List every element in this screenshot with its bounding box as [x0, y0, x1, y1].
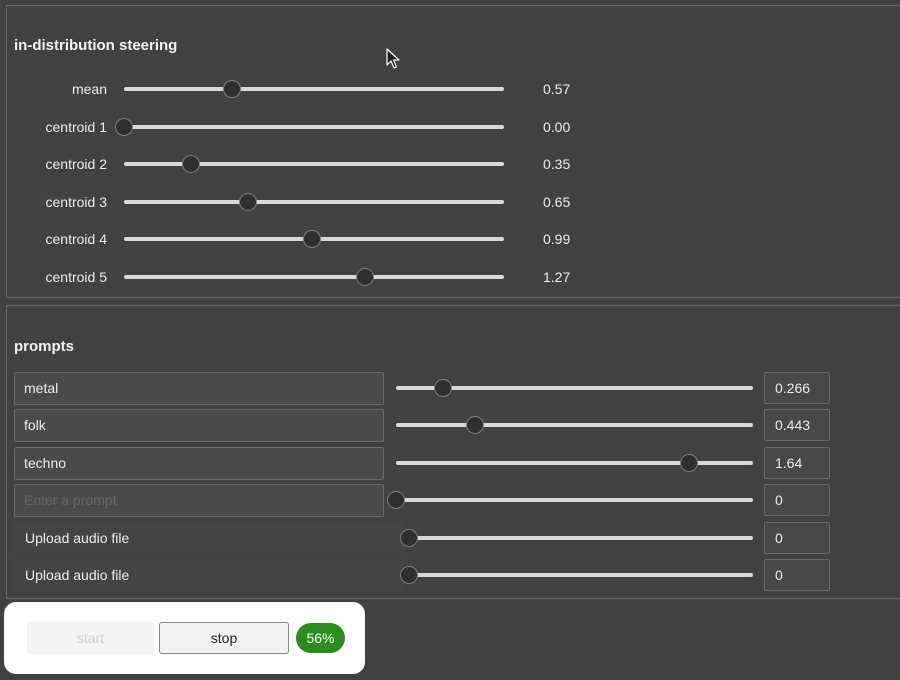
prompts-title: prompts [14, 338, 74, 355]
steer-slider-track[interactable] [124, 155, 504, 173]
upload-row: Upload audio file 0 [7, 559, 900, 593]
prompt-weight-slider[interactable] [400, 566, 753, 584]
prompt-weight-field[interactable]: 0 [764, 484, 830, 516]
steer-value: 0.65 [543, 194, 571, 210]
steer-row-mean: mean 0.57 [7, 74, 900, 104]
steer-row-centroid-3: centroid 3 0.65 [7, 187, 900, 217]
prompt-text-input[interactable]: metal [14, 372, 384, 405]
progress-badge: 56% [296, 623, 345, 653]
slider-thumb[interactable] [303, 230, 322, 248]
upload-audio-button[interactable]: Upload audio file [14, 559, 404, 592]
prompts-panel: prompts metal 0.266 folk 0.443 techno 1.… [6, 305, 900, 599]
steer-slider-track[interactable] [124, 230, 504, 248]
mouse-cursor-icon [386, 48, 400, 69]
playback-controls: start stop 56% [4, 602, 365, 674]
steer-row-centroid-4: centroid 4 0.99 [7, 224, 900, 254]
steering-panel: in-distribution steering mean 0.57 centr… [6, 5, 900, 298]
slider-thumb[interactable] [400, 529, 418, 547]
slider-thumb[interactable] [115, 118, 133, 136]
slider-thumb[interactable] [679, 454, 698, 472]
slider-thumb[interactable] [238, 193, 257, 211]
start-button[interactable]: start [27, 622, 154, 654]
prompt-text-input[interactable]: Enter a prompt [14, 484, 384, 517]
prompt-row: techno 1.64 [7, 447, 900, 481]
slider-thumb[interactable] [434, 379, 453, 397]
slider-thumb[interactable] [356, 268, 375, 286]
prompt-weight-field[interactable]: 1.64 [764, 447, 830, 479]
steer-slider-track[interactable] [124, 193, 504, 211]
steer-row-centroid-1: centroid 1 0.00 [7, 112, 900, 142]
prompt-weight-field[interactable]: 0.266 [764, 372, 830, 404]
steer-label: centroid 1 [45, 119, 107, 135]
prompt-weight-slider[interactable] [396, 379, 753, 397]
steer-value: 0.57 [543, 81, 571, 97]
prompt-weight-slider[interactable] [400, 529, 753, 547]
steer-label: centroid 3 [45, 194, 107, 210]
steer-row-centroid-2: centroid 2 0.35 [7, 149, 900, 179]
steer-value: 1.27 [543, 269, 571, 285]
prompt-row-empty: Enter a prompt 0 [7, 484, 900, 518]
steer-label: centroid 4 [45, 231, 107, 247]
steer-row-centroid-5: centroid 5 1.27 [7, 262, 900, 292]
slider-thumb[interactable] [466, 416, 485, 434]
steer-slider-track[interactable] [124, 268, 504, 286]
steer-value: 0.00 [543, 119, 571, 135]
prompt-weight-slider[interactable] [396, 416, 753, 434]
steer-slider-track[interactable] [124, 80, 504, 98]
prompt-weight-slider[interactable] [396, 454, 753, 472]
prompt-weight-field[interactable]: 0.443 [764, 409, 830, 441]
steer-label: centroid 5 [45, 269, 107, 285]
prompt-weight-slider[interactable] [387, 491, 753, 509]
app-root: in-distribution steering mean 0.57 centr… [0, 0, 900, 680]
slider-thumb[interactable] [400, 566, 418, 584]
upload-audio-button[interactable]: Upload audio file [14, 522, 404, 555]
prompt-weight-field[interactable]: 0 [764, 559, 830, 591]
slider-thumb[interactable] [181, 155, 200, 173]
slider-thumb[interactable] [387, 491, 405, 509]
prompt-text-input[interactable]: techno [14, 447, 384, 480]
steer-label: centroid 2 [45, 156, 107, 172]
upload-row: Upload audio file 0 [7, 522, 900, 556]
stop-button[interactable]: stop [159, 622, 289, 654]
steer-value: 0.99 [543, 231, 571, 247]
prompt-text-input[interactable]: folk [14, 409, 384, 442]
steer-value: 0.35 [543, 156, 571, 172]
steer-slider-track[interactable] [115, 118, 504, 136]
steering-title: in-distribution steering [14, 37, 178, 54]
slider-thumb[interactable] [223, 80, 242, 98]
prompt-weight-field[interactable]: 0 [764, 522, 830, 554]
steer-label: mean [71, 81, 107, 97]
prompt-row: metal 0.266 [7, 372, 900, 406]
prompt-row: folk 0.443 [7, 409, 900, 443]
